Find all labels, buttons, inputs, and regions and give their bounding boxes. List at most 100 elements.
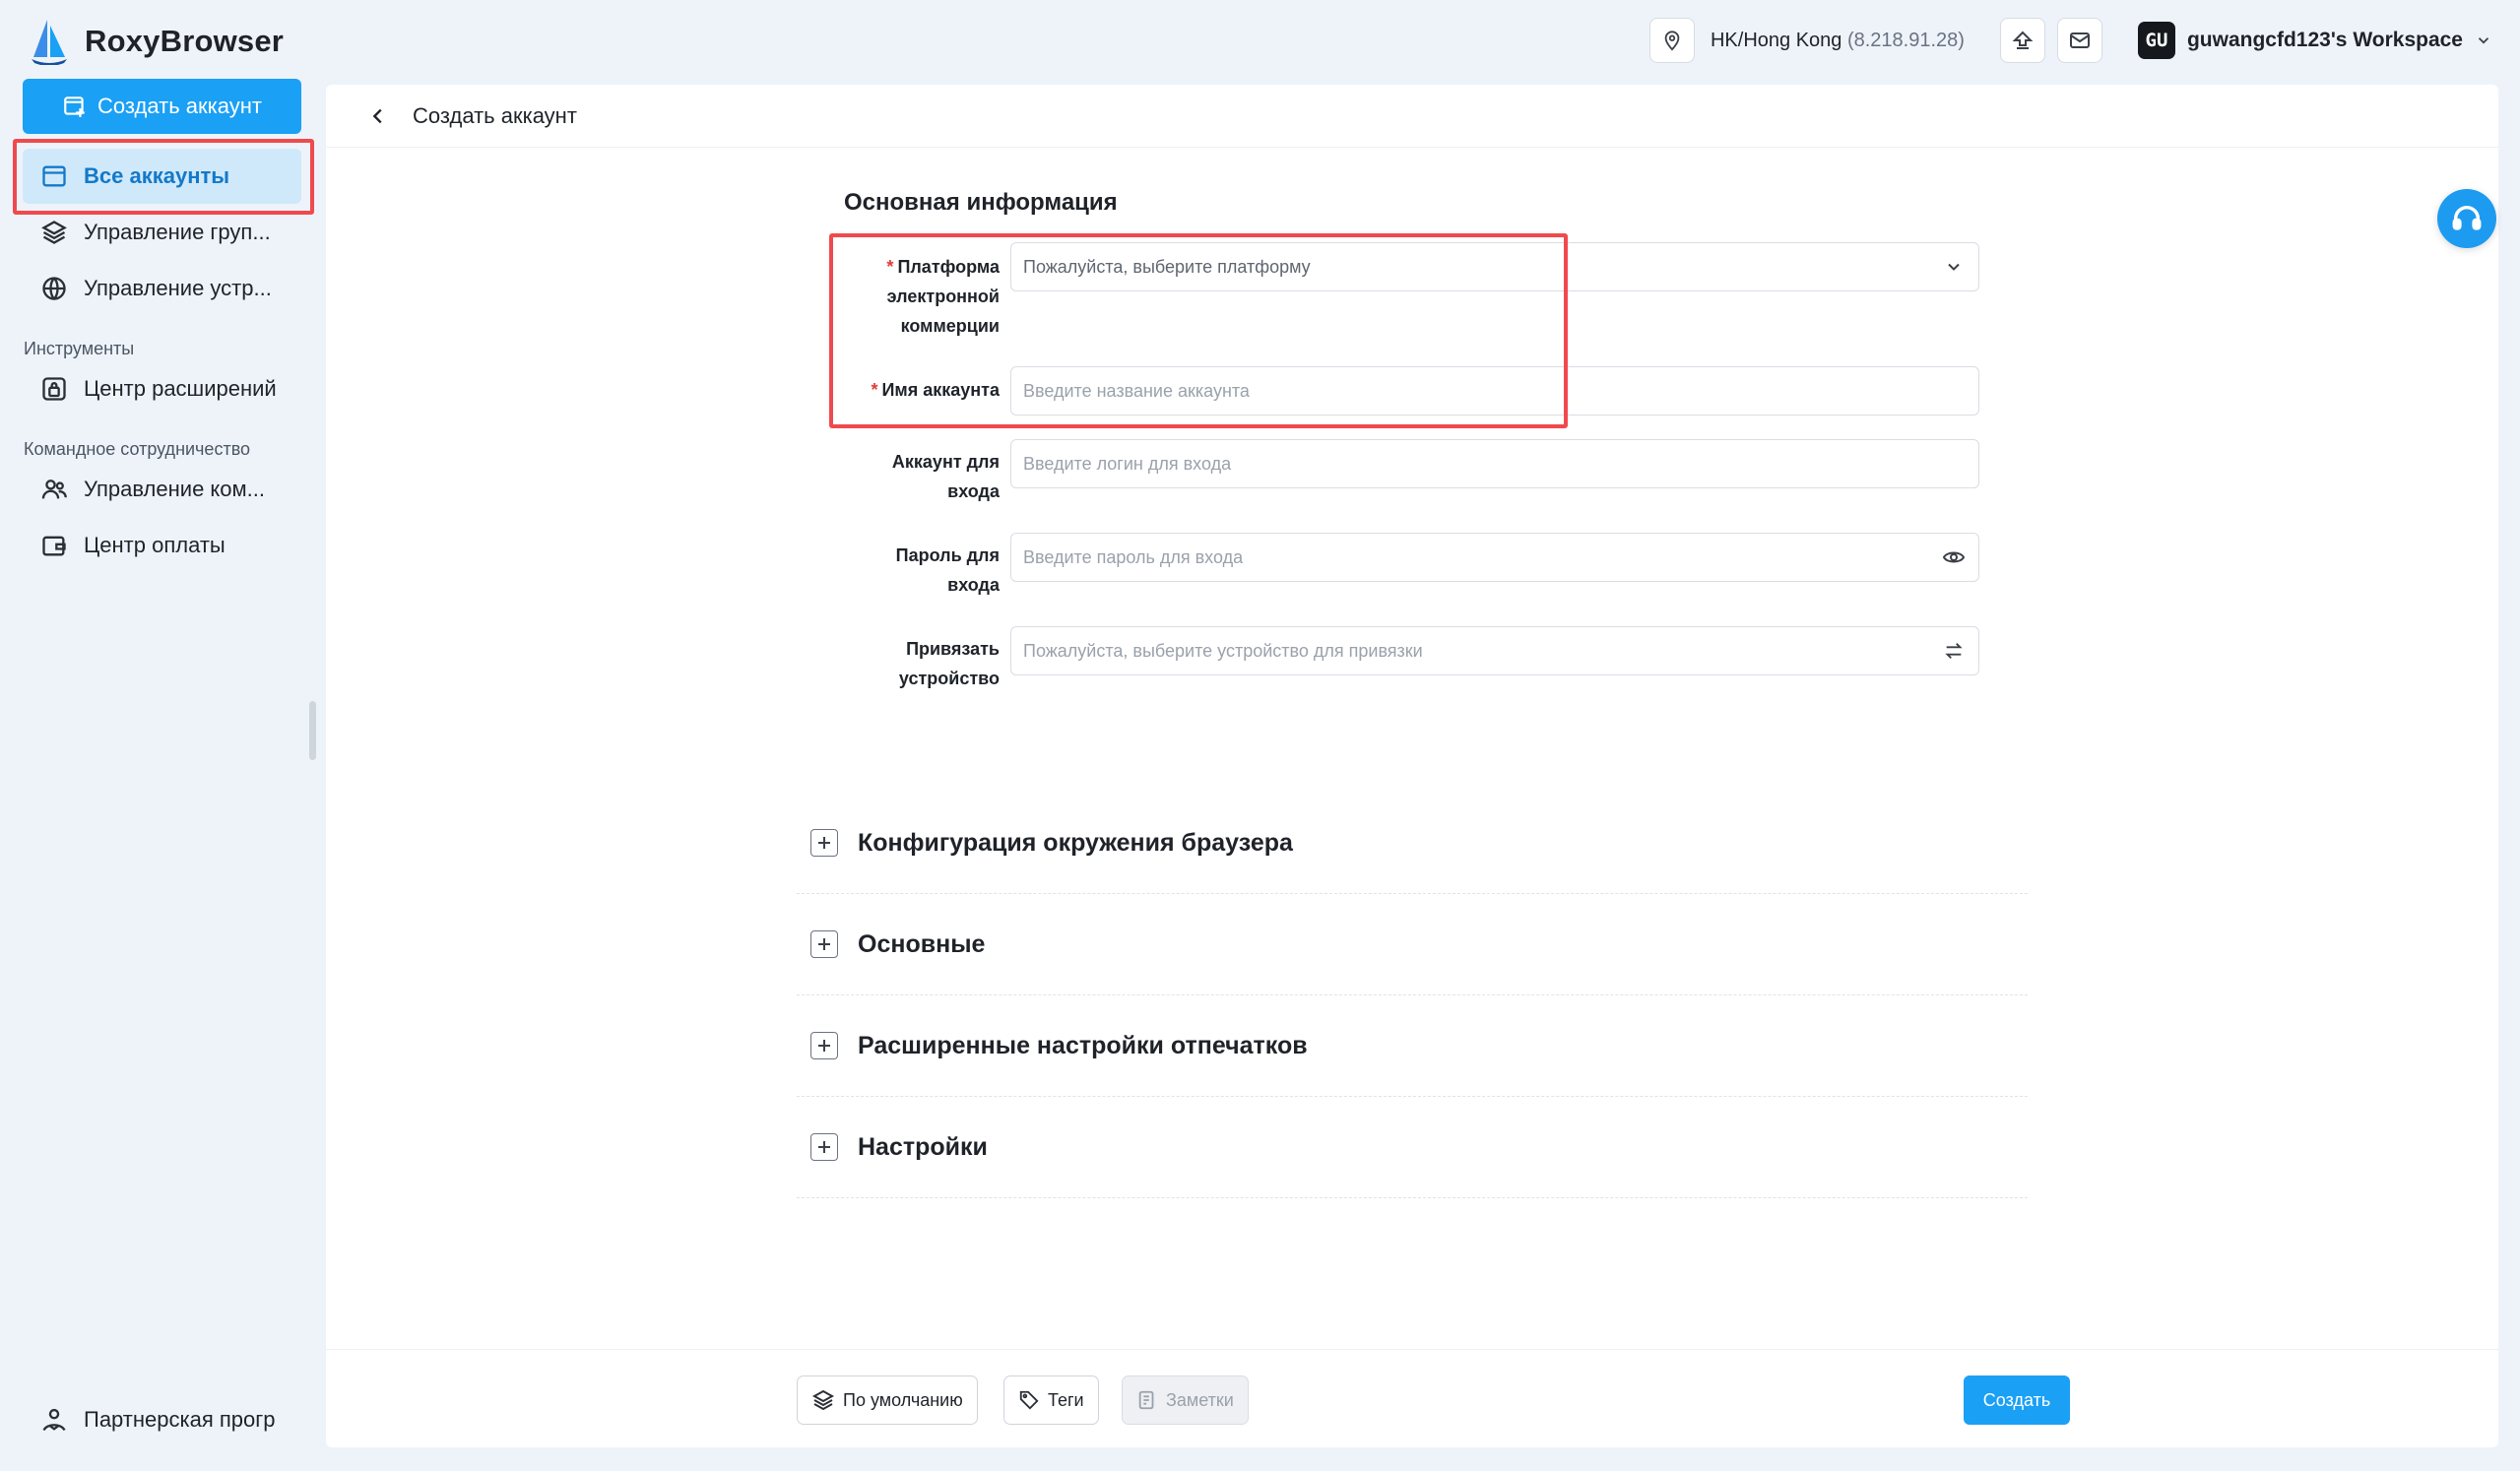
sidebar-item-partner[interactable]: Партнерская прогр bbox=[23, 1392, 301, 1447]
account-name-input[interactable] bbox=[1023, 380, 1967, 402]
collapse-settings[interactable]: Настройки bbox=[797, 1097, 2028, 1198]
chevron-down-icon bbox=[1941, 254, 1967, 280]
platform-select-placeholder: Пожалуйста, выберите платформу bbox=[1023, 256, 1311, 277]
default-button-label: По умолчанию bbox=[843, 1389, 963, 1410]
sidebar-item-extensions[interactable]: Центр расширений bbox=[23, 361, 301, 416]
eye-icon[interactable] bbox=[1941, 544, 1967, 570]
page-title: Создать аккаунт bbox=[413, 102, 577, 128]
add-window-icon bbox=[64, 96, 85, 117]
sidebar-item-all-accounts[interactable]: Все аккаунты bbox=[23, 149, 301, 204]
mail-icon bbox=[2069, 32, 2090, 48]
location-button[interactable] bbox=[1648, 18, 1695, 63]
sidebar-scrollbar[interactable] bbox=[309, 701, 316, 760]
create-account-label: Создать аккаунт bbox=[97, 94, 262, 118]
collapse-basic[interactable]: Основные bbox=[797, 894, 2028, 995]
password-label-line: входа bbox=[947, 575, 1000, 595]
brand: RoxyBrowser bbox=[28, 14, 284, 69]
submit-create-button[interactable]: Создать bbox=[1964, 1375, 2070, 1425]
sidebar-item-label: Центр расширений bbox=[84, 376, 277, 401]
upload-icon bbox=[2012, 31, 2034, 49]
collapse-title: Основные bbox=[858, 929, 986, 958]
headset-icon bbox=[2452, 206, 2482, 230]
tags-button-label: Теги bbox=[1048, 1389, 1084, 1410]
password-label-line: Пароль для bbox=[895, 545, 1000, 565]
messages-button[interactable] bbox=[2056, 18, 2102, 63]
sidebar-section-tools: Инструменты bbox=[24, 339, 135, 358]
plus-icon bbox=[810, 829, 838, 857]
notes-icon bbox=[1138, 1390, 1154, 1410]
login-label: Аккаунт для входа bbox=[773, 447, 1000, 506]
tag-icon bbox=[1019, 1390, 1039, 1410]
sidebar-item-label: Управление устр... bbox=[84, 276, 272, 300]
collapse-fingerprint[interactable]: Расширенные настройки отпечатков bbox=[797, 995, 2028, 1097]
workspace-name: guwangcfd123's Workspace bbox=[2186, 29, 2463, 51]
notes-button[interactable]: Заметки bbox=[1122, 1375, 1249, 1425]
location-name: HK/Hong Kong bbox=[1710, 29, 1842, 51]
support-button[interactable] bbox=[2437, 189, 2496, 248]
section-title-basic-info: Основная информация bbox=[844, 189, 1118, 216]
plus-icon bbox=[810, 1032, 838, 1059]
plus-icon bbox=[810, 930, 838, 958]
brand-name: RoxyBrowser bbox=[85, 24, 285, 58]
collapse-title: Расширенные настройки отпечатков bbox=[858, 1031, 1308, 1059]
password-input[interactable] bbox=[1023, 546, 1941, 568]
roxybrowser-logo-icon bbox=[32, 20, 67, 65]
sidebar-item-groups[interactable]: Управление груп... bbox=[23, 205, 301, 260]
sidebar-item-billing[interactable]: Центр оплаты bbox=[23, 518, 301, 573]
swap-icon[interactable] bbox=[1941, 638, 1967, 664]
sidebar-item-label: Центр оплаты bbox=[84, 533, 226, 557]
required-mark: * bbox=[871, 380, 878, 400]
account-name-label-text: Имя аккаунта bbox=[881, 380, 1000, 400]
location-text: HK/Hong Kong (8.218.91.28) bbox=[1711, 30, 1965, 52]
password-input-wrap bbox=[1010, 533, 1979, 582]
extension-icon bbox=[42, 377, 66, 401]
platform-label: * Платформа электронной коммерции bbox=[773, 252, 1000, 341]
platform-select[interactable]: Пожалуйста, выберите платформу bbox=[1010, 242, 1979, 291]
back-button[interactable] bbox=[365, 103, 391, 129]
wallet-icon bbox=[42, 536, 66, 556]
platform-label-line: Платформа bbox=[897, 257, 1000, 277]
globe-icon bbox=[42, 277, 66, 301]
topbar-actions: HK/Hong Kong (8.218.91.28) GU guwangcfd1… bbox=[1648, 18, 2492, 63]
footer-bar: По умолчанию Теги Заметки Создать bbox=[326, 1349, 2498, 1447]
users-icon bbox=[41, 480, 67, 499]
login-input[interactable] bbox=[1023, 453, 1967, 475]
login-label-line: Аккаунт для bbox=[891, 452, 1000, 472]
tags-button[interactable]: Теги bbox=[1003, 1375, 1099, 1425]
login-input-wrap bbox=[1010, 439, 1979, 488]
sidebar-item-label: Управление ком... bbox=[84, 477, 265, 501]
chevron-down-icon bbox=[2478, 37, 2489, 44]
password-label: Пароль для входа bbox=[773, 541, 1000, 600]
workspace-switcher[interactable]: GU guwangcfd123's Workspace bbox=[2137, 22, 2492, 59]
account-name-label: * Имя аккаунта bbox=[773, 375, 1000, 405]
partner-icon bbox=[42, 1408, 66, 1432]
layers-icon bbox=[41, 221, 67, 244]
collapse-title: Настройки bbox=[858, 1132, 988, 1161]
device-select-placeholder: Пожалуйста, выберите устройство для прив… bbox=[1023, 640, 1423, 661]
required-mark: * bbox=[886, 257, 894, 277]
device-label: Привязать устройство bbox=[773, 634, 1000, 693]
chevron-left-icon bbox=[372, 108, 382, 123]
sidebar-section-team: Командное сотрудничество bbox=[24, 439, 251, 459]
sidebar-item-label: Партнерская прогр bbox=[84, 1407, 276, 1432]
collapse-title: Конфигурация окружения браузера bbox=[858, 828, 1293, 857]
page-header: Создать аккаунт bbox=[326, 85, 2498, 148]
sidebar-item-devices[interactable]: Управление устр... bbox=[23, 261, 301, 316]
login-label-line: входа bbox=[947, 481, 1000, 501]
upload-button[interactable] bbox=[1999, 18, 2045, 63]
window-icon bbox=[42, 165, 66, 187]
device-select[interactable]: Пожалуйста, выберите устройство для прив… bbox=[1010, 626, 1979, 675]
create-account-button[interactable]: Создать аккаунт bbox=[23, 79, 301, 134]
collapse-browser-env[interactable]: Конфигурация окружения браузера bbox=[797, 793, 2028, 894]
layers-icon bbox=[811, 1389, 835, 1411]
workspace-avatar: GU bbox=[2137, 22, 2175, 59]
sidebar-item-team[interactable]: Управление ком... bbox=[23, 462, 301, 517]
location-ip: (8.218.91.28) bbox=[1846, 29, 1965, 51]
main-panel: Создать аккаунт Основная информация * Пла… bbox=[326, 85, 2498, 1447]
default-button[interactable]: По умолчанию bbox=[797, 1375, 978, 1425]
location-pin-icon bbox=[1664, 31, 1680, 51]
account-name-input-wrap bbox=[1010, 366, 1979, 416]
platform-label-line: электронной bbox=[886, 287, 1000, 306]
plus-icon bbox=[810, 1133, 838, 1161]
notes-button-label: Заметки bbox=[1166, 1389, 1234, 1410]
